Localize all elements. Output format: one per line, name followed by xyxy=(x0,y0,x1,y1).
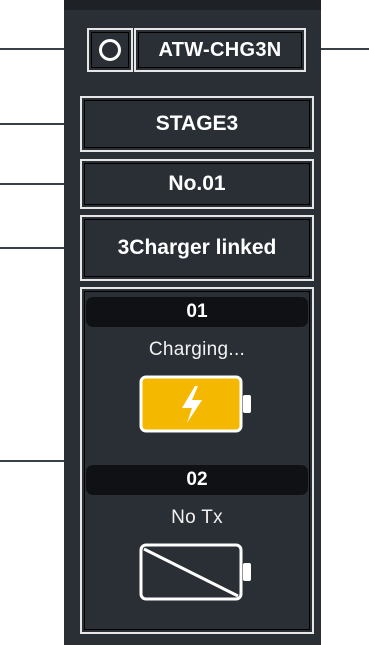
slot-status: No Tx xyxy=(171,507,223,528)
status-ring-icon xyxy=(99,39,121,61)
panel-top-bar xyxy=(64,0,321,10)
slot-list: 01 Charging... 02 No Tx xyxy=(80,287,314,634)
charger-number: No.01 xyxy=(80,159,314,209)
slot-id: 01 xyxy=(86,297,308,327)
battery-charging-icon xyxy=(139,375,255,433)
battery-empty-icon xyxy=(139,543,255,601)
slot-item-02[interactable]: 02 No Tx xyxy=(86,465,308,625)
linked-status: 3Charger linked xyxy=(80,215,314,281)
stage-label: STAGE3 xyxy=(80,96,314,152)
slot-item-01[interactable]: 01 Charging... xyxy=(86,297,308,457)
slot-status: Charging... xyxy=(148,339,246,360)
model-name: ATW-CHG3N xyxy=(134,28,306,72)
status-indicator-button[interactable] xyxy=(87,28,133,72)
slot-id: 02 xyxy=(86,465,308,495)
device-panel-screenshot: ATW-CHG3N STAGE3 No.01 3Charger linked 0… xyxy=(0,0,369,645)
